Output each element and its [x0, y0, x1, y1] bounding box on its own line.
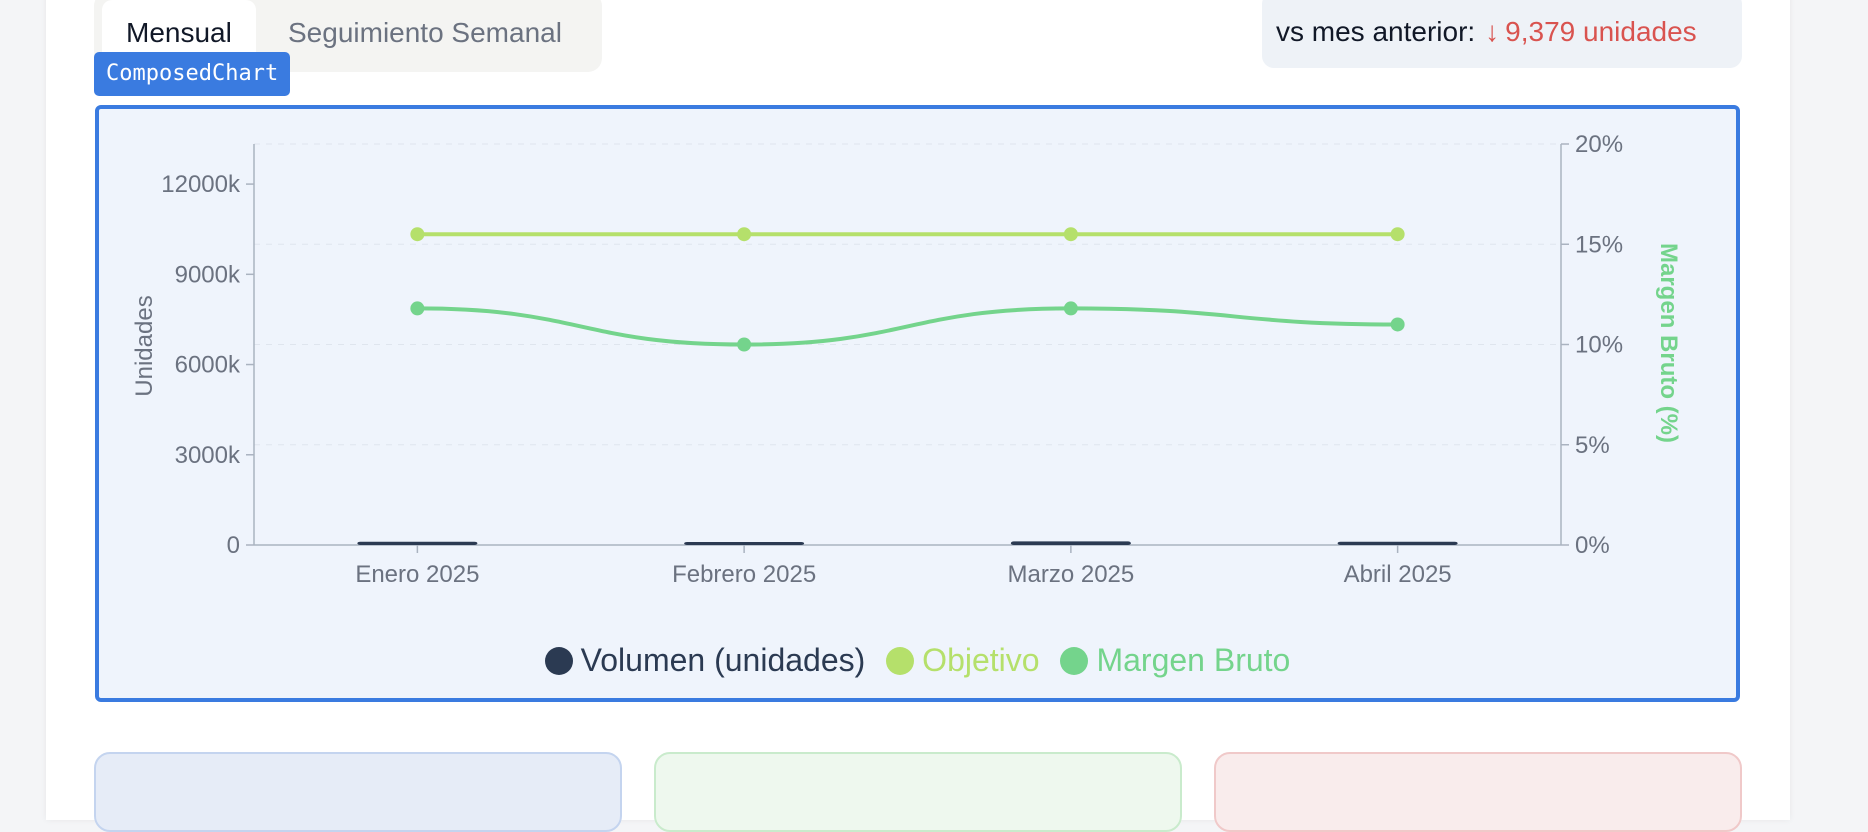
y-right-axis-title: Margen Bruto (%): [1655, 243, 1682, 443]
legend-item-objetivo[interactable]: Objetivo: [886, 642, 1040, 679]
summary-card-green[interactable]: [654, 752, 1182, 832]
point-margen-bruto: [1390, 317, 1405, 332]
chart-legend: Volumen (unidades) Objetivo Margen Bruto: [95, 640, 1740, 679]
x-tick-label: Abril 2025: [1344, 561, 1452, 588]
bar-volumen: [1337, 541, 1458, 545]
summary-card-red[interactable]: [1214, 752, 1742, 832]
legend-label-volumen: Volumen (unidades): [580, 642, 866, 679]
line-margen-bruto: [417, 306, 1398, 347]
bar-volumen: [684, 541, 805, 545]
point-objetivo: [737, 227, 752, 242]
y-right-tick-label: 10%: [1575, 332, 1623, 359]
x-tick-label: Marzo 2025: [1008, 561, 1135, 588]
comparison-badge: vs mes anterior: ↓ 9,379 unidades: [1262, 0, 1742, 68]
comparison-label: vs mes anterior:: [1276, 16, 1476, 47]
point-objetivo: [1390, 227, 1405, 242]
y-left-tick-label: 9000k: [175, 261, 241, 288]
y-right-tick-label: 20%: [1575, 131, 1623, 158]
comparison-value: 9,379 unidades: [1505, 16, 1697, 47]
legend-item-margen-bruto[interactable]: Margen Bruto: [1060, 642, 1290, 679]
chart-axes: 0 3000k 6000k 9000k 12000k 0% 5% 10% 15% 20% Enero…: [131, 131, 1682, 588]
point-objetivo: [410, 227, 425, 242]
legend-dot-objetivo: [886, 646, 915, 675]
y-left-axis-title: Unidades: [131, 295, 158, 396]
line-series: [417, 232, 1398, 347]
legend-dot-margen: [1060, 646, 1089, 675]
point-margen-bruto: [410, 301, 425, 316]
component-tag: ComposedChart: [94, 52, 291, 96]
y-right-tick-label: 0%: [1575, 532, 1610, 559]
legend-label-margen: Margen Bruto: [1096, 642, 1291, 679]
y-right-tick-label: 15%: [1575, 231, 1623, 258]
legend-label-objetivo: Objetivo: [922, 642, 1040, 679]
x-tick-label: Febrero 2025: [672, 561, 816, 588]
composed-chart: 0 3000k 6000k 9000k 12000k 0% 5% 10% 15% 20% Enero…: [131, 131, 1682, 588]
point-objetivo: [1063, 227, 1078, 242]
chart-grid: [254, 143, 1561, 446]
line-points: [410, 227, 1405, 352]
y-left-tick-label: 6000k: [175, 352, 241, 379]
bar-volumen: [357, 541, 478, 545]
point-margen-bruto: [1063, 301, 1078, 316]
arrow-down-icon: ↓: [1485, 16, 1500, 47]
y-left-tick-label: 0: [227, 532, 240, 559]
point-margen-bruto: [737, 337, 752, 352]
legend-item-volumen[interactable]: Volumen (unidades): [544, 642, 866, 679]
y-left-tick-label: 12000k: [161, 171, 241, 198]
legend-dot-volumen: [544, 646, 573, 675]
y-right-tick-label: 5%: [1575, 432, 1610, 459]
x-tick-label: Enero 2025: [355, 561, 479, 588]
y-left-tick-label: 3000k: [175, 442, 241, 469]
tab-seguimiento-semanal[interactable]: Seguimiento Semanal: [264, 0, 586, 64]
bar-volumen: [1010, 541, 1131, 545]
summary-card-blue[interactable]: [94, 752, 622, 832]
